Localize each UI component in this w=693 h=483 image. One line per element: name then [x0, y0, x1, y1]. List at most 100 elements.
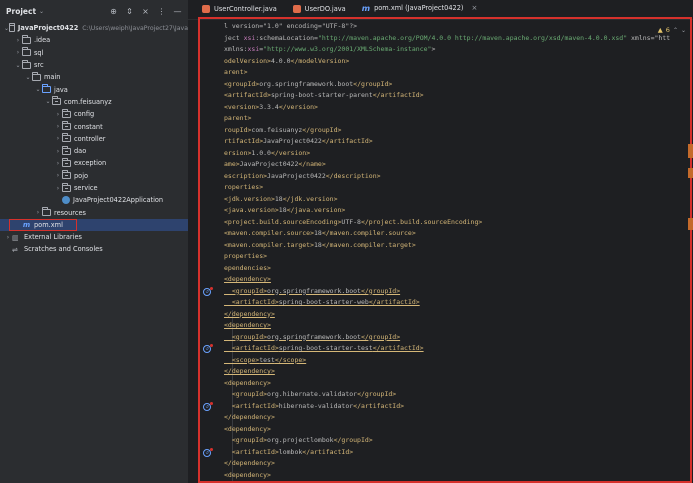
scratches-icon: ⇌ — [12, 245, 18, 254]
chevron-right-icon[interactable]: › — [34, 209, 42, 216]
tree-item-constant[interactable]: › constant — [0, 120, 188, 132]
tree-item-resources[interactable]: › resources — [0, 206, 188, 218]
code-token: </artifactId> — [321, 137, 373, 145]
code-lines[interactable]: l version="1.0" encoding="UTF-8"?> ject x… — [224, 21, 690, 481]
code-editor[interactable]: ↺↺↺↺↺ l version="1.0" encoding="UTF-8"?>… — [198, 17, 692, 483]
project-root-name: JavaProject0422 — [17, 24, 79, 33]
tree-item-config[interactable]: › config — [0, 108, 188, 120]
code-token: spring-boot-starter-parent — [270, 91, 373, 99]
warning-icon: ▲ — [657, 26, 663, 34]
code-token: </scope> — [274, 355, 307, 364]
code-token: xsi — [243, 33, 256, 42]
folder-icon — [22, 47, 31, 57]
tree-item-pojo[interactable]: › pojo — [0, 170, 188, 182]
chevron-right-icon[interactable]: › — [14, 37, 22, 44]
dependency-gutter-icon[interactable]: ↺ — [203, 286, 213, 296]
chevron-right-icon[interactable]: › — [54, 172, 62, 179]
code-token: <groupId> — [224, 79, 260, 88]
code-token: org.hibernate.validator — [267, 390, 358, 398]
code-token: properties> — [224, 252, 268, 260]
error-stripe-mark[interactable] — [688, 144, 693, 158]
code-token: escription> — [224, 171, 268, 180]
close-tab-icon[interactable]: × — [471, 4, 477, 12]
code-token: <dependency> — [224, 470, 271, 479]
code-token: </maven.compiler.source> — [321, 229, 416, 237]
code-line: </dependency> — [224, 412, 690, 424]
chevron-right-icon[interactable]: › — [54, 123, 62, 130]
tree-item-pom-xml[interactable]: m pom.xml — [0, 218, 188, 232]
code-token: </groupId> — [360, 332, 401, 341]
minimize-icon[interactable]: — — [173, 7, 182, 16]
chevron-right-icon[interactable]: › — [14, 49, 22, 56]
code-line: <artifactId>spring-boot-starter-parent</… — [224, 90, 690, 102]
code-token: roupId> — [224, 125, 252, 134]
code-token: </java.version> — [286, 206, 346, 214]
code-token: <jdk.version> — [224, 194, 275, 203]
chevron-down-icon[interactable]: ⌄ — [34, 86, 42, 93]
error-stripe-mark[interactable] — [688, 168, 693, 178]
tree-item-scratches-and-consoles[interactable]: ⇌ Scratches and Consoles — [0, 243, 188, 255]
chevron-down-icon[interactable]: ⌄ — [14, 62, 22, 69]
tree-item-service[interactable]: › service — [0, 182, 188, 194]
code-token: <project.build.sourceEncoding> — [224, 217, 342, 226]
dependency-gutter-icon[interactable]: ↺ — [203, 344, 213, 353]
libraries-icon: ▥ — [12, 233, 19, 242]
project-panel: Project ⌄ ⊕ ⇕ × ⋮ — ⌄ JavaProject0422 C:… — [0, 0, 188, 483]
expand-collapse-icon[interactable]: ⇕ — [125, 7, 134, 16]
tree-item-src[interactable]: ⌄ src — [0, 59, 188, 71]
code-token: 18 — [314, 229, 322, 237]
chevron-right-icon[interactable]: › — [54, 160, 62, 167]
code-token: </groupId> — [302, 125, 342, 134]
tree-item-com-feisuanyz[interactable]: ⌄ com.feisuanyz — [0, 96, 188, 108]
code-line: </dependency> — [224, 366, 690, 378]
code-token: <scope> — [224, 355, 260, 364]
more-icon[interactable]: ⋮ — [157, 7, 166, 16]
chevron-down-icon[interactable]: ⌄ — [44, 98, 52, 105]
tree-item-main[interactable]: ⌄ main — [0, 71, 188, 83]
code-token: "http://www.w3.org/2001/XMLSchema-instan… — [263, 45, 432, 53]
inspection-widget[interactable]: ▲ 6 ⌃ ⌄ — [658, 26, 686, 34]
code-token: ject — [224, 33, 244, 42]
code-token: </groupId> — [360, 286, 401, 295]
code-token: org.springframework.boot — [267, 332, 361, 341]
dependency-gutter-icon[interactable]: ↺ — [203, 447, 213, 457]
code-line: ject xsi:schemaLocation="http://maven.ap… — [224, 33, 690, 45]
tree-item--idea[interactable]: › .idea — [0, 34, 188, 46]
tree-item-dao[interactable]: › dao — [0, 145, 188, 157]
error-stripe-mark[interactable] — [688, 218, 693, 230]
code-token: </artifactId> — [368, 298, 420, 306]
tree-root[interactable]: ⌄ JavaProject0422 C:\Users\weiph\JavaPro… — [0, 22, 188, 34]
dependency-gutter-icon[interactable]: ↺ — [203, 401, 213, 411]
tree-item-controller[interactable]: › controller — [0, 133, 188, 145]
tree-item-java[interactable]: ⌄ java — [0, 83, 188, 95]
tree-item-exception[interactable]: › exception — [0, 157, 188, 169]
editor-scrollbar[interactable] — [687, 0, 693, 483]
code-token: parent> — [224, 114, 252, 122]
chevron-right-icon[interactable]: › — [4, 234, 12, 241]
chevron-right-icon[interactable]: › — [54, 111, 62, 118]
target-icon[interactable]: ⊕ — [109, 7, 118, 16]
chevron-down-icon[interactable]: ⌄ — [681, 27, 686, 34]
package-icon — [62, 157, 71, 167]
close-icon[interactable]: × — [141, 7, 150, 16]
tree-item-label: service — [74, 184, 98, 192]
chevron-right-icon[interactable]: › — [54, 185, 62, 192]
chevron-up-icon[interactable]: ⌃ — [673, 27, 678, 34]
chevron-right-icon[interactable]: › — [54, 148, 62, 155]
code-line: <artifactId>spring-boot-starter-test</ar… — [224, 343, 690, 355]
tree-item-external-libraries[interactable]: › ▥ External Libraries — [0, 231, 188, 243]
chevron-down-icon[interactable]: ⌄ — [24, 74, 32, 81]
code-token: hibernate-validator — [278, 401, 354, 410]
tree-item-sql[interactable]: › sql — [0, 47, 188, 59]
code-token: <dependency> — [224, 321, 271, 329]
chevron-down-icon[interactable]: ⌄ — [39, 8, 44, 15]
java-file-icon — [202, 5, 210, 13]
code-line: <maven.compiler.target>18</maven.compile… — [224, 240, 690, 252]
code-line: <dependency> — [224, 320, 690, 332]
tree-item-javaproject0422application[interactable]: JavaProject0422Application — [0, 194, 188, 206]
project-panel-title[interactable]: Project — [6, 7, 36, 16]
tree-item-label: Scratches and Consoles — [24, 245, 103, 254]
code-token: ersion> — [224, 148, 252, 157]
code-token: <dependency> — [224, 378, 271, 387]
chevron-right-icon[interactable]: › — [54, 135, 62, 142]
